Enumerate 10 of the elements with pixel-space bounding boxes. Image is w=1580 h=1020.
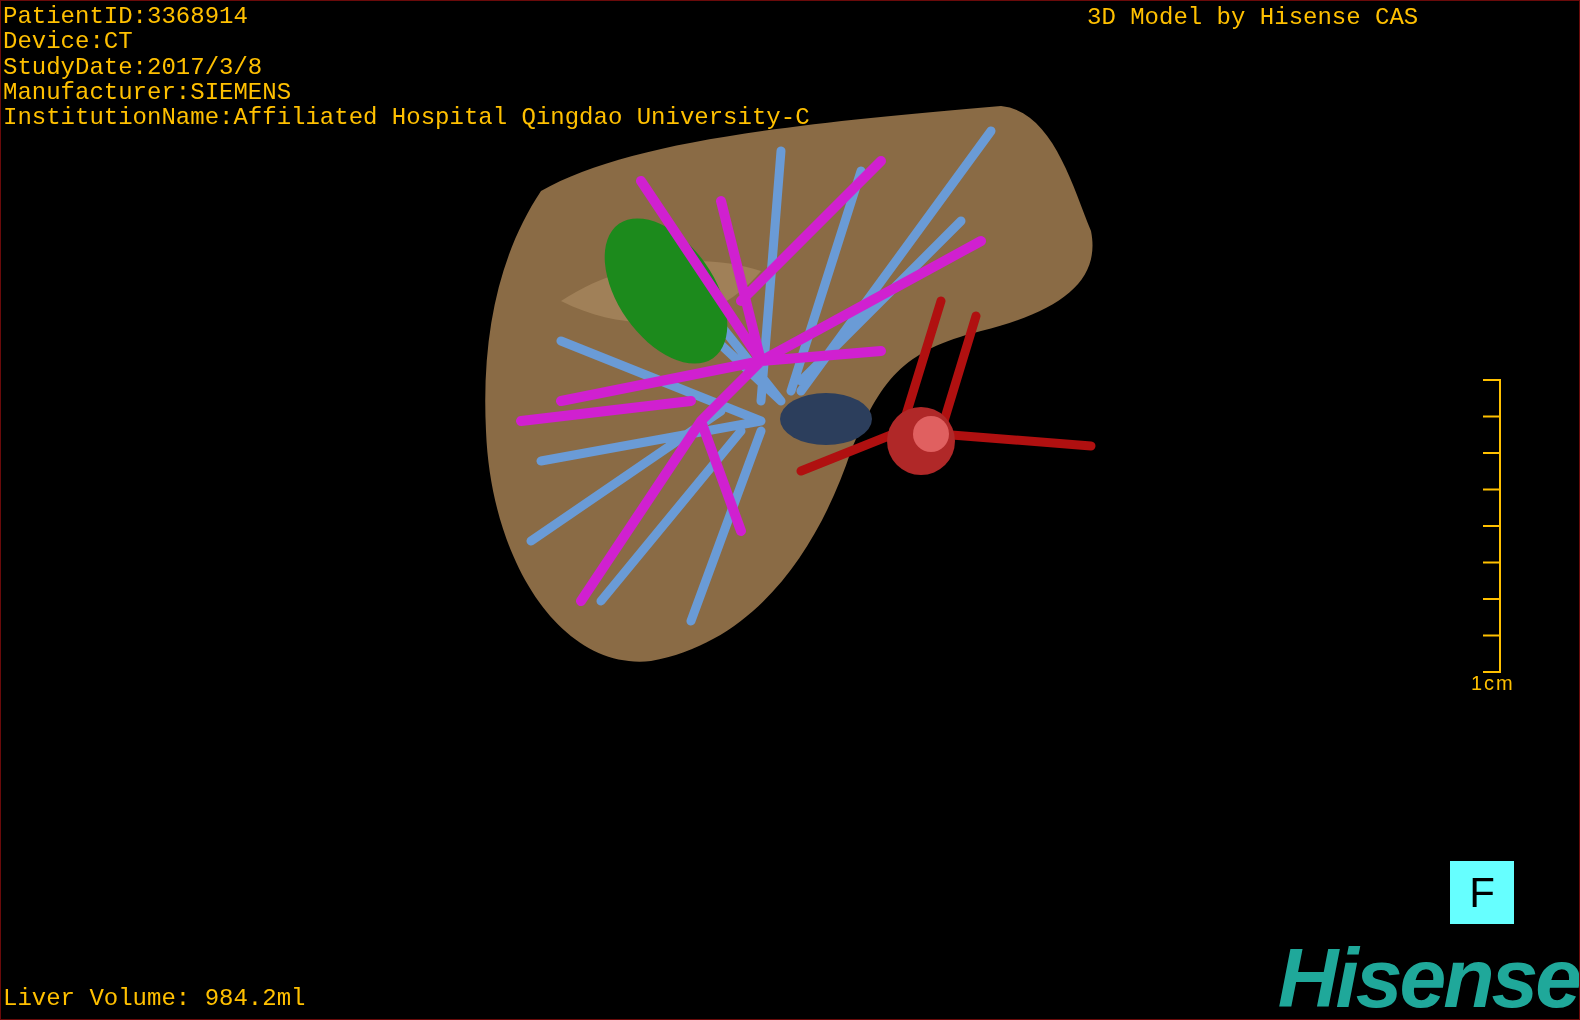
patient-info-line: PatientID:3368914 [3, 4, 249, 30]
viewer-title: 3D Model by Hisense CAS [1087, 5, 1419, 31]
orientation-marker: F [1450, 861, 1514, 924]
patient-info-line: Manufacturer:SIEMENS [3, 79, 293, 106]
liver-volume: Liver Volume: 984.2ml [3, 986, 306, 1012]
patient-info-line: InstitutionName:Affiliated Hospital Qingdao University-C [3, 105, 810, 131]
scale-label: 1cm [1471, 673, 1515, 693]
logo: Hisense [1277, 936, 1579, 1019]
patient-info-line: Device:CT [3, 29, 134, 55]
patient-info-line: StudyDate:2017/3/8 [3, 54, 264, 80]
